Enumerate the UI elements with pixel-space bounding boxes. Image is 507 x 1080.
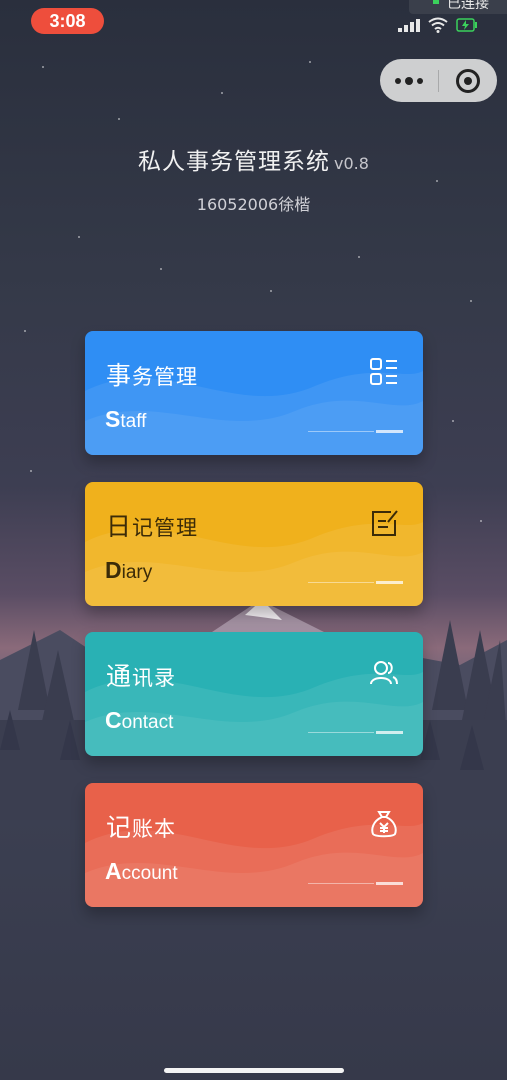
wave-decoration xyxy=(85,823,423,907)
contacts-icon xyxy=(370,661,398,685)
card-title-en: Diary xyxy=(105,557,153,583)
connected-dot-icon xyxy=(433,0,439,4)
card-title-cn: 日记管理 xyxy=(106,512,199,541)
diary-card[interactable]: 日记管理 Diary xyxy=(85,482,423,606)
card-title-en: Account xyxy=(105,858,178,884)
more-dots-icon xyxy=(395,77,401,84)
card-title-en: Contact xyxy=(105,707,174,733)
app-title: 私人事务管理系统 xyxy=(138,149,331,175)
target-close-icon xyxy=(456,68,480,93)
card-accent-lines xyxy=(308,881,403,885)
page-title: 私人事务管理系统 v0.8 xyxy=(0,142,507,176)
app-version: v0.8 xyxy=(334,154,369,173)
miniprogram-capsule xyxy=(380,59,497,102)
contact-card[interactable]: 通讯录 Contact xyxy=(85,632,423,756)
close-miniprogram-button[interactable] xyxy=(439,59,497,102)
wave-decoration xyxy=(85,672,423,756)
connection-banner: 已连接 xyxy=(409,0,507,14)
list-icon xyxy=(370,358,397,385)
edit-note-icon xyxy=(372,510,398,536)
battery-charging-icon xyxy=(456,18,477,32)
staff-card[interactable]: 事务管理 Staff xyxy=(85,331,423,455)
card-accent-lines xyxy=(308,580,403,584)
card-title-en: Staff xyxy=(105,406,147,432)
connection-label: 已连接 xyxy=(447,0,489,12)
wave-decoration xyxy=(85,371,423,455)
cellular-signal-icon xyxy=(398,19,420,32)
card-title-cn: 通讯录 xyxy=(106,662,177,691)
more-button[interactable] xyxy=(380,59,438,102)
card-accent-lines xyxy=(308,429,403,433)
card-title-cn: 记账本 xyxy=(106,813,177,842)
account-card[interactable]: 记账本 Account xyxy=(85,783,423,907)
wave-decoration xyxy=(85,522,423,606)
wifi-icon xyxy=(428,17,448,33)
author-subtitle: 16052006徐楷 xyxy=(196,195,311,214)
card-accent-lines xyxy=(308,730,403,734)
card-title-cn: 事务管理 xyxy=(106,361,199,390)
status-time: 3:08 xyxy=(31,8,104,34)
home-indicator[interactable] xyxy=(164,1068,344,1073)
money-bag-icon xyxy=(371,811,397,838)
